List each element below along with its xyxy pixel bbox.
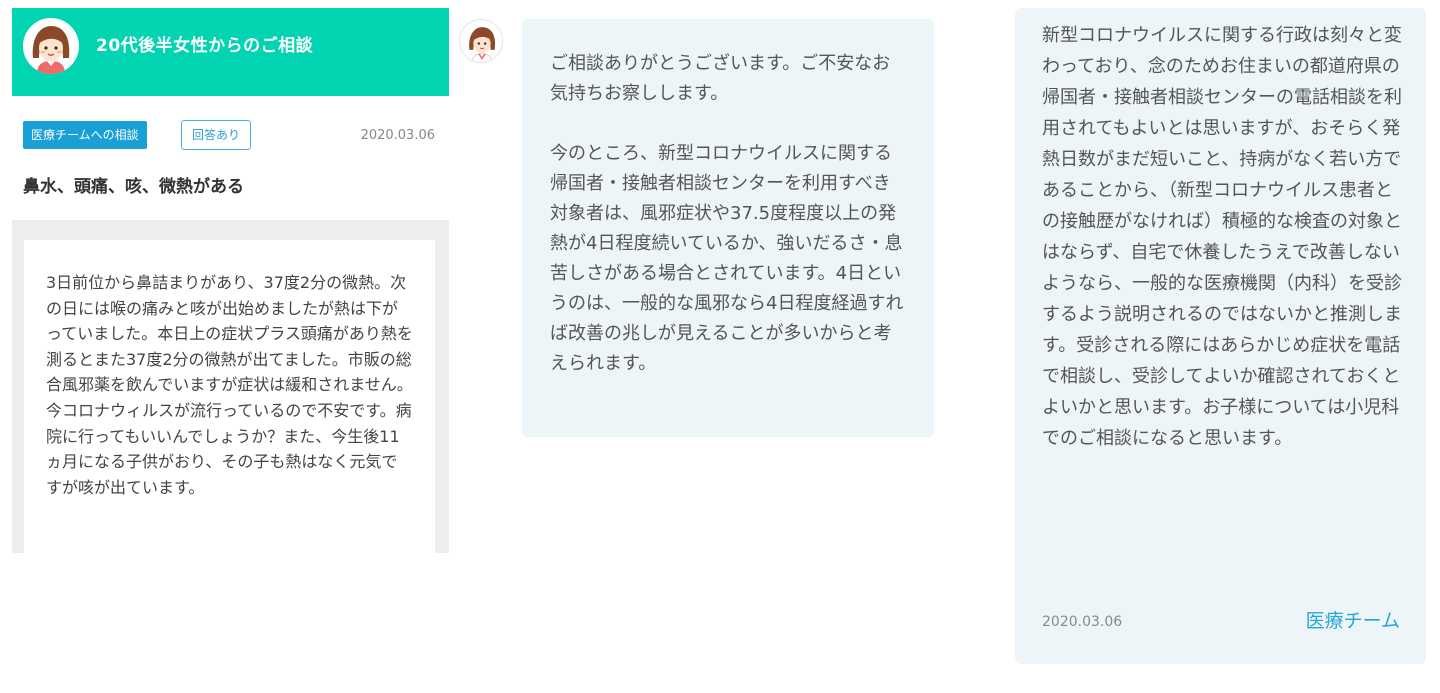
reply-author-link[interactable]: 医療チーム: [1306, 606, 1400, 633]
question-header: 20代後半女性からのご相談: [12, 8, 449, 96]
question-date: 2020.03.06: [360, 128, 435, 143]
woman-avatar-icon: [23, 18, 79, 74]
question-body-container: 3日前位から鼻詰まりがあり、37度2分の微熱。次の日には喉の痛みと咳が出始めまし…: [12, 220, 449, 553]
category-tag[interactable]: 医療チームへの相談: [23, 121, 147, 149]
doctor-avatar-icon: [459, 19, 503, 63]
reply-continued-bubble: 新型コロナウイルスに関する行政は刻々と変わっており、念のためお住まいの都道府県の…: [1015, 8, 1426, 664]
reply-date: 2020.03.06: [1042, 614, 1123, 630]
consultation-screen: 20代後半女性からのご相談 医療チームへの相談 回答あり 2020.03.06 …: [0, 0, 1440, 693]
answered-badge: 回答あり: [181, 120, 252, 150]
question-panel: 20代後半女性からのご相談 医療チームへの相談 回答あり 2020.03.06 …: [12, 8, 449, 553]
question-title: 20代後半女性からのご相談: [96, 36, 314, 56]
reply-bubble: ご相談ありがとうございます。ご不安なお気持ちお察しします。 今のところ、新型コロ…: [522, 19, 934, 437]
question-body: 3日前位から鼻詰まりがあり、37度2分の微熱。次の日には喉の痛みと咳が出始めまし…: [24, 240, 435, 553]
question-subject: 鼻水、頭痛、咳、微熱がある: [23, 177, 244, 197]
reply-continued-text: 新型コロナウイルスに関する行政は刻々と変わっており、念のためお住まいの都道府県の…: [1042, 25, 1402, 449]
